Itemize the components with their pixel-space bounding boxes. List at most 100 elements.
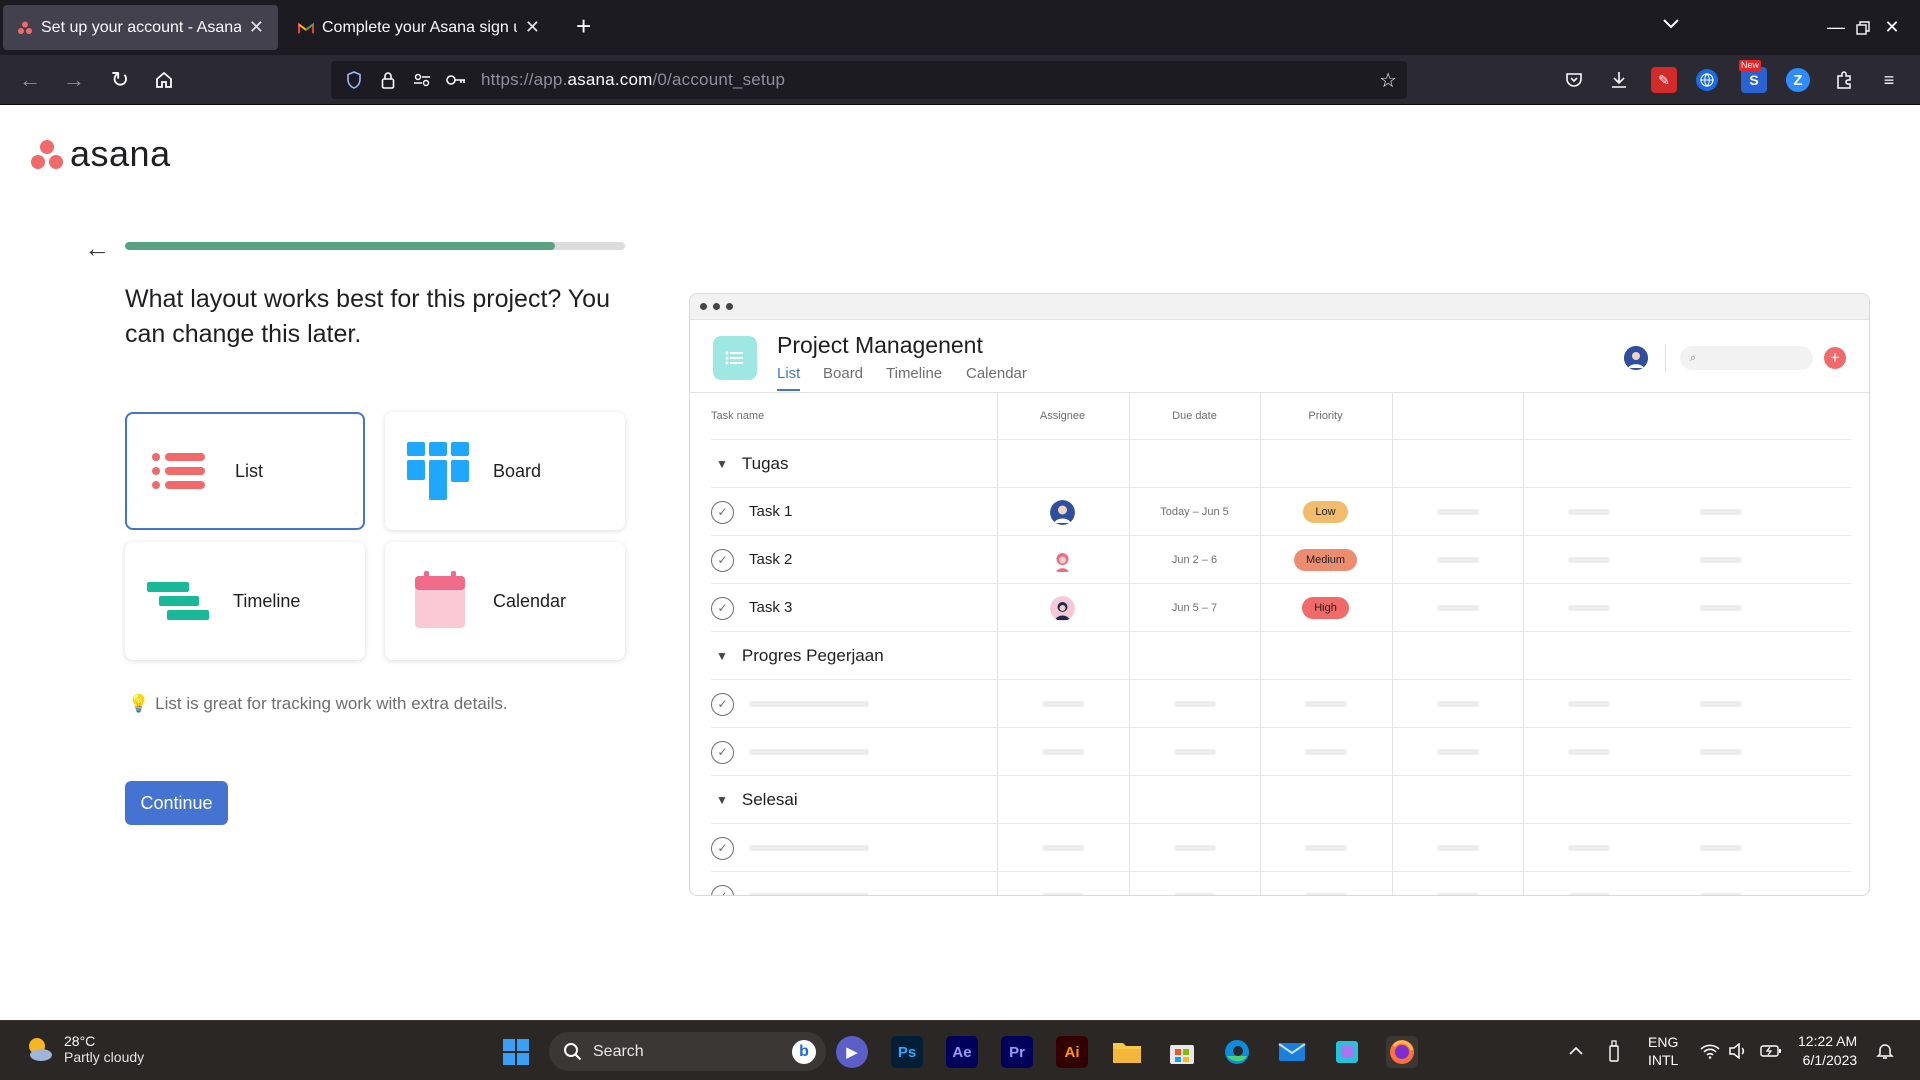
permissions-icon[interactable] bbox=[411, 69, 433, 91]
placeholder-cell bbox=[1392, 584, 1523, 632]
section-row: ▼ Progres Pegerjaan bbox=[711, 632, 1851, 680]
placeholder-bar bbox=[1041, 893, 1084, 895]
lock-icon[interactable] bbox=[377, 69, 399, 91]
tab-gmail[interactable]: Complete your Asana sign up - ✕ bbox=[284, 5, 554, 50]
placeholder-bar bbox=[749, 845, 869, 851]
zoom-extension-icon[interactable]: Z bbox=[1786, 68, 1810, 92]
placeholder-cell bbox=[1655, 824, 1786, 872]
placeholder-cell bbox=[1129, 824, 1260, 872]
placeholder-bar bbox=[749, 701, 869, 707]
close-tab-icon[interactable]: ✕ bbox=[249, 17, 264, 38]
placeholder-cell bbox=[1523, 680, 1654, 728]
calendar-icon bbox=[405, 566, 475, 636]
firefox-icon[interactable] bbox=[1386, 1036, 1418, 1068]
close-window-icon[interactable]: ✕ bbox=[1864, 0, 1920, 55]
check-circle-icon: ✓ bbox=[711, 693, 734, 716]
preview-tab-list: List bbox=[777, 365, 801, 391]
file-explorer-icon[interactable] bbox=[1111, 1036, 1143, 1068]
edge-icon[interactable] bbox=[1221, 1036, 1253, 1068]
weather-widget[interactable]: 28°C Partly cloudy bbox=[24, 1033, 144, 1065]
preview-tab-timeline: Timeline bbox=[886, 365, 943, 382]
windows-taskbar: 28°C Partly cloudy Search b ▶ Ps Ae Pr A… bbox=[0, 1020, 1920, 1080]
layout-tip: 💡 List is great for tracking work with ex… bbox=[128, 694, 508, 714]
check-circle-icon: ✓ bbox=[711, 597, 734, 620]
bookmark-star-icon[interactable]: ☆ bbox=[1379, 68, 1397, 93]
placeholder-bar bbox=[1436, 701, 1479, 707]
address-bar[interactable]: https://app.asana.com/0/account_setup ☆ bbox=[331, 61, 1407, 99]
back-arrow-icon[interactable]: ← bbox=[84, 233, 110, 264]
layout-option-timeline[interactable]: Timeline bbox=[125, 542, 365, 660]
pocket-icon[interactable] bbox=[1561, 67, 1587, 93]
tab-asana-setup[interactable]: Set up your account - Asana ✕ bbox=[3, 5, 278, 50]
close-tab-icon[interactable]: ✕ bbox=[525, 17, 540, 38]
placeholder-bar bbox=[1699, 605, 1742, 611]
browser-tab-bar: Set up your account - Asana ✕ Complete y… bbox=[0, 0, 1920, 55]
section-name: Tugas bbox=[741, 454, 789, 473]
downloads-icon[interactable] bbox=[1606, 67, 1632, 93]
asana-favicon-icon bbox=[17, 20, 33, 36]
list-all-tabs-icon[interactable] bbox=[1663, 16, 1679, 34]
placeholder-cell bbox=[1655, 728, 1786, 776]
back-icon[interactable]: ← bbox=[14, 64, 46, 96]
after-effects-icon[interactable]: Ae bbox=[946, 1036, 978, 1068]
clock-time: 12:22 AM bbox=[1798, 1033, 1858, 1049]
partly-cloudy-icon bbox=[24, 1034, 54, 1064]
language-indicator[interactable]: ENG INTL bbox=[1648, 1021, 1678, 1080]
windows-start-icon[interactable] bbox=[500, 1036, 532, 1068]
placeholder-cell bbox=[1260, 872, 1391, 895]
illustrator-icon[interactable]: Ai bbox=[1056, 1036, 1088, 1068]
key-icon[interactable] bbox=[445, 69, 467, 91]
placeholder-cell bbox=[997, 872, 1128, 895]
tray-overflow-icon[interactable] bbox=[1568, 1021, 1584, 1080]
wifi-icon[interactable] bbox=[1700, 1021, 1720, 1080]
assignee-avatar bbox=[1050, 595, 1075, 621]
preview-search-icon: ⌕ bbox=[1680, 346, 1813, 370]
layout-option-calendar[interactable]: Calendar bbox=[385, 542, 625, 660]
placeholder-bar bbox=[1304, 749, 1347, 755]
placeholder-bar bbox=[1436, 893, 1479, 895]
notifications-icon[interactable] bbox=[1876, 1021, 1894, 1080]
taskbar-search[interactable]: Search b bbox=[549, 1032, 826, 1071]
home-icon[interactable] bbox=[148, 64, 180, 96]
bing-icon[interactable]: b bbox=[792, 1040, 816, 1064]
app-cube-icon[interactable] bbox=[1331, 1036, 1363, 1068]
extension-red-icon[interactable]: ✎ bbox=[1651, 67, 1677, 93]
menu-hamburger-icon[interactable]: ≡ bbox=[1876, 67, 1902, 93]
premiere-icon[interactable]: Pr bbox=[1001, 1036, 1033, 1068]
mail-icon[interactable] bbox=[1276, 1036, 1308, 1068]
placeholder-bar bbox=[1699, 893, 1742, 895]
volume-icon[interactable] bbox=[1728, 1021, 1748, 1080]
extensions-puzzle-icon[interactable] bbox=[1831, 67, 1857, 93]
usb-device-icon[interactable] bbox=[1608, 1021, 1620, 1080]
placeholder-bar bbox=[1567, 605, 1610, 611]
extension-news-icon[interactable]: New S bbox=[1739, 60, 1767, 93]
microsoft-store-icon[interactable] bbox=[1166, 1036, 1198, 1068]
layout-option-list[interactable]: List bbox=[125, 412, 365, 530]
shield-icon[interactable] bbox=[343, 69, 365, 91]
placeholder-bar bbox=[1567, 845, 1610, 851]
extension-globe-icon[interactable] bbox=[1696, 69, 1718, 91]
reload-icon[interactable]: ↻ bbox=[104, 64, 136, 96]
placeholder-cell bbox=[1523, 728, 1654, 776]
continue-button[interactable]: Continue bbox=[125, 781, 228, 825]
column-header: Task name bbox=[711, 410, 765, 422]
placeholder-bar bbox=[1699, 701, 1742, 707]
battery-icon[interactable] bbox=[1760, 1021, 1782, 1080]
photoshop-icon[interactable]: Ps bbox=[891, 1036, 923, 1068]
task-name: Task 1 bbox=[749, 503, 793, 520]
column-header: Assignee bbox=[1039, 410, 1086, 422]
placeholder-bar bbox=[1173, 749, 1216, 755]
clock[interactable]: 12:22 AM 6/1/2023 bbox=[1798, 1021, 1857, 1080]
placeholder-bar bbox=[1699, 845, 1742, 851]
placeholder-bar bbox=[1173, 701, 1216, 707]
placeholder-cell bbox=[1655, 584, 1786, 632]
placeholder-row: ✓ bbox=[711, 824, 1851, 872]
preview-tab-board: Board bbox=[823, 365, 864, 382]
assignee-avatar bbox=[1050, 547, 1075, 573]
new-tab-icon[interactable]: + bbox=[576, 12, 591, 40]
weather-text: Partly cloudy bbox=[64, 1049, 145, 1065]
due-date: Jun 5 – 7 bbox=[1171, 602, 1218, 614]
teams-chat-icon[interactable]: ▶ bbox=[836, 1036, 868, 1068]
layout-option-board[interactable]: Board bbox=[385, 412, 625, 530]
forward-icon[interactable]: → bbox=[58, 64, 90, 96]
